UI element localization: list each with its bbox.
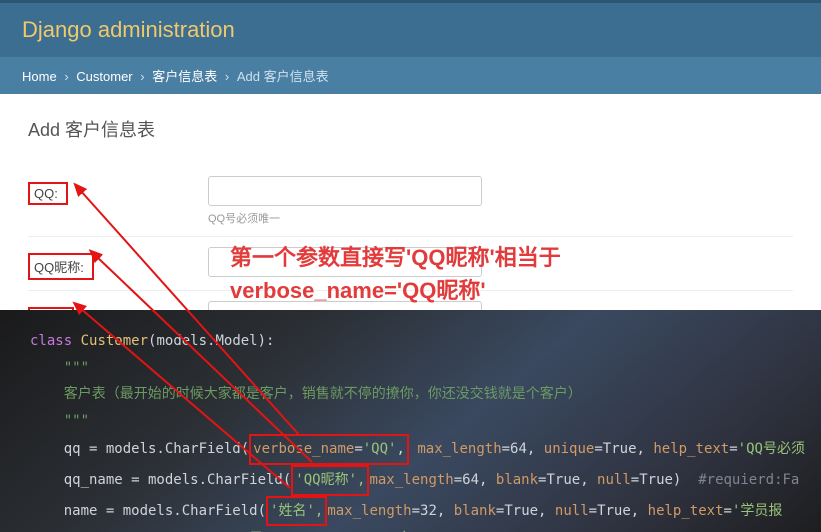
code-doc-close: """ <box>30 408 791 435</box>
code-qq-verbose: verbose_name='QQ', <box>249 434 409 465</box>
qq-label-wrap: QQ: <box>28 176 208 205</box>
code-qqname-str: 'QQ昵称', <box>291 465 369 496</box>
code-qq: qq = models.CharField(verbose_name='QQ',… <box>30 434 791 465</box>
form-row-qq: QQ: QQ号必须唯一 <box>28 166 793 237</box>
breadcrumb-sep: › <box>64 69 68 84</box>
qq-input[interactable] <box>208 176 482 206</box>
page-title: Add 客户信息表 <box>28 116 793 142</box>
breadcrumb-home[interactable]: Home <box>22 69 57 84</box>
qqname-label-wrap: QQ昵称: <box>28 247 208 280</box>
qq-field-wrap: QQ号必须唯一 <box>208 176 793 226</box>
code-sex: sex_type = (('male', '男'), ('female', '女… <box>30 526 791 532</box>
breadcrumb-sep: › <box>140 69 144 84</box>
annotation-line2: verbose_name='QQ昵称' <box>230 274 561 307</box>
code-doc: 客户表（最开始的时候大家都是客户，销售就不停的撩你，你还没交钱就是个客户） <box>30 381 791 408</box>
qq-label: QQ: <box>28 182 68 205</box>
breadcrumb-model[interactable]: 客户信息表 <box>152 69 217 84</box>
breadcrumb-sep: › <box>225 69 229 84</box>
qqname-label: QQ昵称: <box>28 253 94 280</box>
annotation-line1: 第一个参数直接写'QQ昵称'相当于 <box>230 241 561 274</box>
code-name-str: '姓名', <box>266 496 327 527</box>
annotation-text: 第一个参数直接写'QQ昵称'相当于 verbose_name='QQ昵称' <box>230 241 561 307</box>
qq-help: QQ号必须唯一 <box>208 210 793 226</box>
admin-header: Django administration <box>0 0 821 57</box>
admin-title: Django administration <box>22 17 235 42</box>
code-name: name = models.CharField('姓名',max_length=… <box>30 496 791 527</box>
breadcrumb-current: Add 客户信息表 <box>237 69 329 84</box>
code-doc-open: """ <box>30 355 791 382</box>
code-panel: class Customer(models.Model): """ 客户表（最开… <box>0 310 821 532</box>
code-qqname: qq_name = models.CharField('QQ昵称',max_le… <box>30 465 791 496</box>
breadcrumb-app[interactable]: Customer <box>76 69 132 84</box>
breadcrumb: Home › Customer › 客户信息表 › Add 客户信息表 <box>0 57 821 94</box>
code-class: class Customer(models.Model): <box>30 328 791 355</box>
